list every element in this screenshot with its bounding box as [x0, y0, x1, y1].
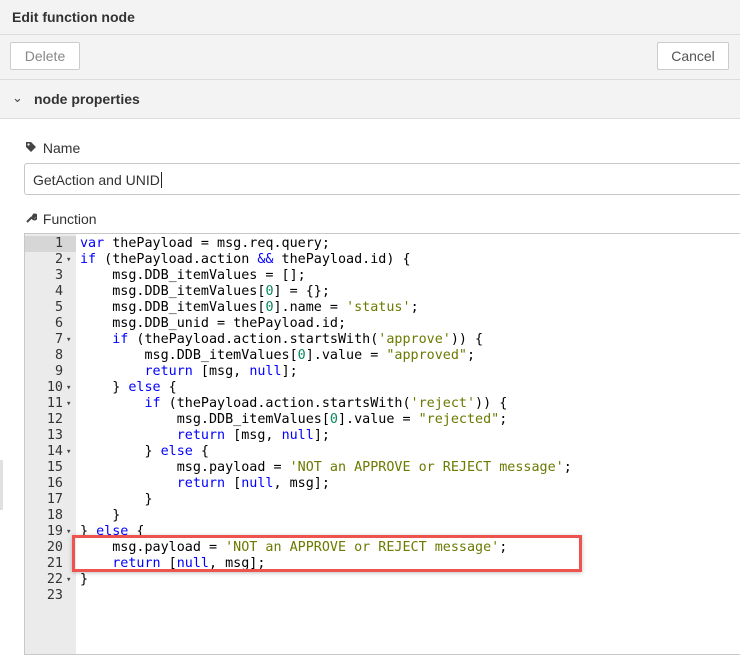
- code-line[interactable]: 10 ▾ } else {: [25, 380, 725, 396]
- window-edge-strip: [0, 460, 3, 510]
- highlight-annotation-box: [72, 535, 582, 572]
- line-code: }: [80, 572, 89, 587]
- line-code: var thePayload = msg.req.query;: [80, 236, 330, 251]
- code-line[interactable]: 13 return [msg, null];: [25, 428, 725, 444]
- code-line[interactable]: 18 }: [25, 508, 725, 524]
- function-label: Function: [25, 211, 97, 227]
- line-code: msg.payload = 'NOT an APPROVE or REJECT …: [80, 460, 572, 475]
- line-number: 8: [54, 348, 63, 363]
- line-code: if (thePayload.action.startsWith('reject…: [144, 396, 508, 411]
- line-code: msg.DDB_itemValues[0].value = "rejected"…: [80, 412, 508, 427]
- line-code: return [null, msg];: [176, 476, 330, 491]
- line-number: 14: [46, 444, 63, 459]
- fold-toggle-icon[interactable]: ▾: [66, 572, 76, 588]
- line-number: 2: [54, 252, 63, 267]
- line-number: 19: [46, 524, 63, 539]
- code-line[interactable]: 17 }: [25, 492, 725, 508]
- line-number: 9: [54, 364, 63, 379]
- code-line[interactable]: 7 ▾ if (thePayload.action.startsWith('app…: [25, 332, 725, 348]
- code-line[interactable]: 6 msg.DDB_unid = thePayload.id;: [25, 316, 725, 332]
- line-number: 20: [46, 540, 63, 555]
- code-line[interactable]: 15 msg.payload = 'NOT an APPROVE or REJE…: [25, 460, 725, 476]
- line-code: } else {: [80, 444, 209, 459]
- code-line[interactable]: 9 return [msg, null];: [25, 364, 725, 380]
- code-line[interactable]: 2 ▾ if (thePayload.action && thePayload.id…: [25, 252, 725, 268]
- line-number: 13: [46, 428, 63, 443]
- dialog-title-bar: Edit function node: [0, 0, 740, 35]
- name-input-value: GetAction and UNID: [33, 172, 160, 188]
- line-number: 15: [46, 460, 63, 475]
- line-number: 7: [54, 332, 63, 347]
- code-line[interactable]: 4 msg.DDB_itemValues[0] = {};: [25, 284, 725, 300]
- fold-toggle-icon[interactable]: ▾: [66, 444, 76, 460]
- code-line[interactable]: 23: [25, 588, 725, 604]
- name-label-text: Name: [42, 140, 81, 156]
- line-number: 1: [54, 236, 63, 251]
- line-number: 3: [54, 268, 63, 283]
- line-code: msg.DDB_unid = thePayload.id;: [80, 316, 347, 331]
- line-code: msg.DDB_itemValues[0].name = 'status';: [80, 300, 419, 315]
- fold-toggle-icon[interactable]: ▾: [66, 380, 76, 396]
- line-number: 21: [46, 556, 63, 571]
- text-caret: [160, 172, 162, 188]
- code-line[interactable]: 16 return [null, msg];: [25, 476, 725, 492]
- line-number: 16: [46, 476, 63, 491]
- code-line[interactable]: 8 msg.DDB_itemValues[0].value = "approve…: [25, 348, 725, 364]
- line-code: msg.DDB_itemValues[0] = {};: [80, 284, 330, 299]
- code-line[interactable]: 5 msg.DDB_itemValues[0].name = 'status';: [25, 300, 725, 316]
- line-number: 17: [46, 492, 63, 507]
- code-line[interactable]: 11 ▾ if (thePayload.action.startsWith('re…: [25, 396, 725, 412]
- name-input[interactable]: GetAction and UNID: [24, 163, 740, 195]
- line-code: }: [80, 508, 121, 523]
- code-line[interactable]: 3 msg.DDB_itemValues = [];: [25, 268, 725, 284]
- section-label: node properties: [34, 91, 140, 107]
- fold-toggle-icon[interactable]: ▾: [66, 332, 76, 348]
- line-code: }: [80, 492, 153, 507]
- dialog-title: Edit function node: [12, 9, 135, 25]
- code-line[interactable]: 14 ▾ } else {: [25, 444, 725, 460]
- code-line[interactable]: 1 var thePayload = msg.req.query;: [25, 236, 725, 252]
- line-code: return [msg, null];: [176, 428, 330, 443]
- line-code: msg.DDB_itemValues[0].value = "approved"…: [80, 348, 476, 363]
- line-number: 4: [54, 284, 63, 299]
- fold-toggle-icon[interactable]: ▾: [66, 252, 76, 268]
- line-number: 11: [46, 396, 63, 411]
- tag-icon: [25, 141, 39, 156]
- code-editor[interactable]: 1 var thePayload = msg.req.query; 2 ▾ if (th…: [24, 233, 740, 655]
- code-line[interactable]: 22 ▾}: [25, 572, 725, 588]
- wrench-icon: [25, 212, 39, 227]
- line-code: } else {: [80, 380, 177, 395]
- line-number: 10: [46, 380, 63, 395]
- chevron-down-icon: ⌄: [12, 90, 23, 105]
- code-line[interactable]: 12 msg.DDB_itemValues[0].value = "reject…: [25, 412, 725, 428]
- dialog-toolbar: Delete Cancel: [0, 35, 740, 80]
- line-code: return [msg, null];: [144, 364, 298, 379]
- line-code: if (thePayload.action.startsWith('approv…: [112, 332, 484, 347]
- cancel-button[interactable]: Cancel: [657, 42, 729, 70]
- line-number: 22: [46, 572, 63, 587]
- name-label: Name: [25, 140, 80, 156]
- line-code: msg.DDB_itemValues = [];: [80, 268, 306, 283]
- line-number: 18: [46, 508, 63, 523]
- line-number: 23: [46, 588, 63, 603]
- delete-button[interactable]: Delete: [10, 42, 80, 70]
- line-number: 6: [54, 316, 63, 331]
- function-label-text: Function: [42, 211, 97, 227]
- fold-toggle-icon[interactable]: ▾: [66, 396, 76, 412]
- line-number: 12: [46, 412, 63, 427]
- line-number: 5: [54, 300, 63, 315]
- line-code: if (thePayload.action && thePayload.id) …: [80, 252, 411, 267]
- node-properties-header[interactable]: ⌄ node properties: [0, 80, 740, 119]
